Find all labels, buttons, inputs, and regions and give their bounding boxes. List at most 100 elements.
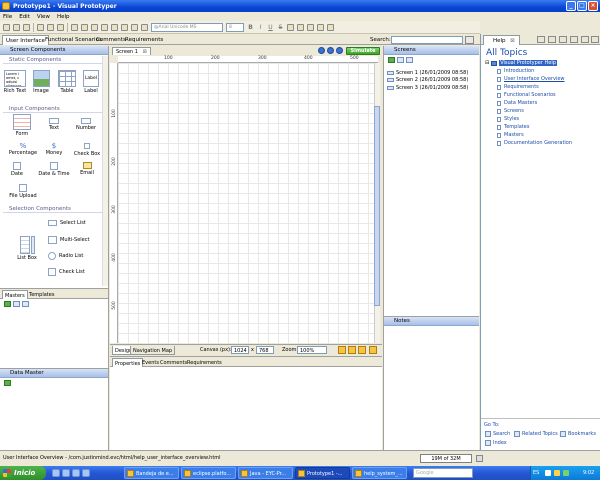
zoom-in-icon[interactable] — [91, 23, 98, 31]
save-icon[interactable] — [23, 23, 30, 31]
redo-icon[interactable] — [81, 23, 88, 31]
help-item[interactable]: Functional Scenarios — [497, 92, 556, 98]
help-item[interactable]: Screens — [497, 108, 524, 114]
start-button[interactable]: Inicio — [0, 466, 46, 480]
taskbar-item[interactable]: Bandeja de e... — [124, 467, 179, 479]
cut-icon[interactable] — [37, 23, 44, 31]
help-item[interactable]: Styles — [497, 116, 519, 122]
copy-icon[interactable] — [47, 23, 54, 31]
clock[interactable]: 9:02 — [583, 470, 594, 476]
align-center-icon[interactable] — [297, 23, 304, 31]
italic-button[interactable]: I — [257, 24, 264, 31]
search-input[interactable] — [391, 36, 463, 44]
component-multi-select[interactable]: Multi-Select — [48, 236, 89, 244]
design-canvas[interactable] — [118, 63, 378, 343]
screen-item[interactable]: Screen 3 (26/01/2009 08:58) — [387, 85, 468, 91]
menu-file[interactable]: File — [3, 14, 12, 20]
help-item[interactable]: Templates — [497, 124, 529, 130]
search-button[interactable] — [465, 36, 474, 44]
maximize-button[interactable]: □ — [577, 1, 587, 11]
folder-icon[interactable] — [397, 57, 404, 63]
maximize-view-icon[interactable] — [591, 36, 599, 43]
component-table[interactable]: Table — [55, 70, 79, 94]
screen-item[interactable]: Screen 1 (26/01/2009 08:58) — [387, 70, 468, 76]
canvas-height-input[interactable]: 768 — [256, 346, 274, 354]
components-scrollbar[interactable] — [102, 56, 108, 286]
component-radio-list[interactable]: Radio List — [48, 252, 83, 260]
add-screen-icon[interactable] — [388, 57, 395, 63]
tab-properties[interactable]: Properties — [112, 358, 144, 367]
menu-edit[interactable]: Edit — [19, 14, 30, 20]
folder-icon[interactable] — [13, 301, 20, 307]
layout-icon[interactable] — [338, 346, 346, 354]
memory-indicator[interactable]: 19M of 32M — [420, 454, 472, 463]
bookmark-icon[interactable] — [548, 36, 556, 43]
undo-icon[interactable] — [71, 23, 78, 31]
taskbar-item[interactable]: help_system_... — [352, 467, 407, 479]
tab-help[interactable]: Help ⊠ — [483, 35, 520, 45]
index-link[interactable]: Index — [485, 440, 507, 446]
tab-requirements-props[interactable]: Requirements — [185, 358, 224, 367]
align-left-icon[interactable] — [287, 23, 294, 31]
tab-requirements[interactable]: Requirements — [122, 35, 166, 45]
close-tab-icon[interactable]: ⊠ — [510, 38, 515, 44]
distribute-icon[interactable] — [121, 23, 128, 31]
canvas-width-input[interactable]: 1024 — [231, 346, 249, 354]
paste-icon[interactable] — [57, 23, 64, 31]
close-tab-icon[interactable]: ⊠ — [143, 49, 147, 55]
component-text[interactable]: Text — [40, 118, 68, 131]
sync-icon[interactable] — [537, 36, 545, 43]
component-money[interactable]: $ Money — [40, 142, 68, 156]
component-list-box[interactable]: List Box — [14, 236, 40, 261]
tray-icon[interactable] — [545, 470, 551, 476]
help-item[interactable]: Requirements — [497, 84, 539, 90]
grid-icon[interactable] — [358, 346, 366, 354]
align-icon[interactable] — [111, 23, 118, 31]
fill-color-icon[interactable] — [327, 23, 334, 31]
tab-screen-1[interactable]: Screen 1 ⊠ — [112, 47, 151, 55]
back-icon[interactable] — [318, 47, 325, 54]
quick-launch-icon[interactable] — [62, 469, 70, 477]
related-topics-link[interactable]: Related Topics — [514, 431, 558, 437]
component-rich-text[interactable]: Lorem i amet, c adipisi ullamcor Rich Te… — [2, 70, 28, 94]
zoom-out-icon[interactable] — [101, 23, 108, 31]
component-date-time[interactable]: Date & Time — [37, 162, 71, 177]
tab-navigation-map[interactable]: Navigation Map — [130, 346, 176, 355]
align-right-icon[interactable] — [307, 23, 314, 31]
strikethrough-button[interactable]: S — [277, 24, 284, 31]
quick-launch-icon[interactable] — [52, 469, 60, 477]
component-number[interactable]: Number — [72, 118, 100, 131]
bold-button[interactable]: B — [247, 24, 254, 31]
help-item[interactable]: Documentation Generation — [497, 140, 572, 146]
search-link[interactable]: Search — [485, 431, 510, 437]
import-icon[interactable] — [22, 301, 29, 307]
back-icon[interactable] — [559, 36, 567, 43]
component-form[interactable]: Form — [6, 114, 38, 137]
help-item[interactable]: Data Masters — [497, 100, 537, 106]
taskbar-item-active[interactable]: Prototype1 -... — [295, 467, 350, 479]
tab-masters[interactable]: Masters — [2, 290, 28, 299]
refresh-icon[interactable] — [336, 47, 343, 54]
canvas-scroll-thumb[interactable] — [374, 106, 380, 306]
text-color-icon[interactable] — [317, 23, 324, 31]
taskbar-item[interactable]: eclipse.platfo... — [181, 467, 236, 479]
underline-button[interactable]: U — [267, 24, 274, 31]
component-image[interactable]: Image — [30, 70, 52, 94]
tray-icon[interactable] — [563, 470, 569, 476]
component-file-upload[interactable]: File Upload — [6, 184, 40, 199]
add-icon[interactable] — [4, 301, 11, 307]
component-label[interactable]: Label Label — [80, 70, 102, 94]
forward-icon[interactable] — [570, 36, 578, 43]
group-icon[interactable] — [131, 23, 138, 31]
import-icon[interactable] — [406, 57, 413, 63]
component-select-list[interactable]: Select List — [48, 220, 86, 226]
component-email[interactable]: Email — [74, 162, 100, 176]
font-size-select[interactable]: 8 — [226, 22, 244, 32]
tray-icon[interactable] — [554, 470, 560, 476]
help-item[interactable]: Masters — [497, 132, 524, 138]
help-root[interactable]: ⊟ Visual Prototyper Help — [485, 60, 557, 66]
bookmarks-link[interactable]: Bookmarks — [560, 431, 596, 437]
menu-help[interactable]: Help — [57, 14, 70, 20]
forward-icon[interactable] — [327, 47, 334, 54]
minimize-view-icon[interactable] — [581, 36, 589, 43]
